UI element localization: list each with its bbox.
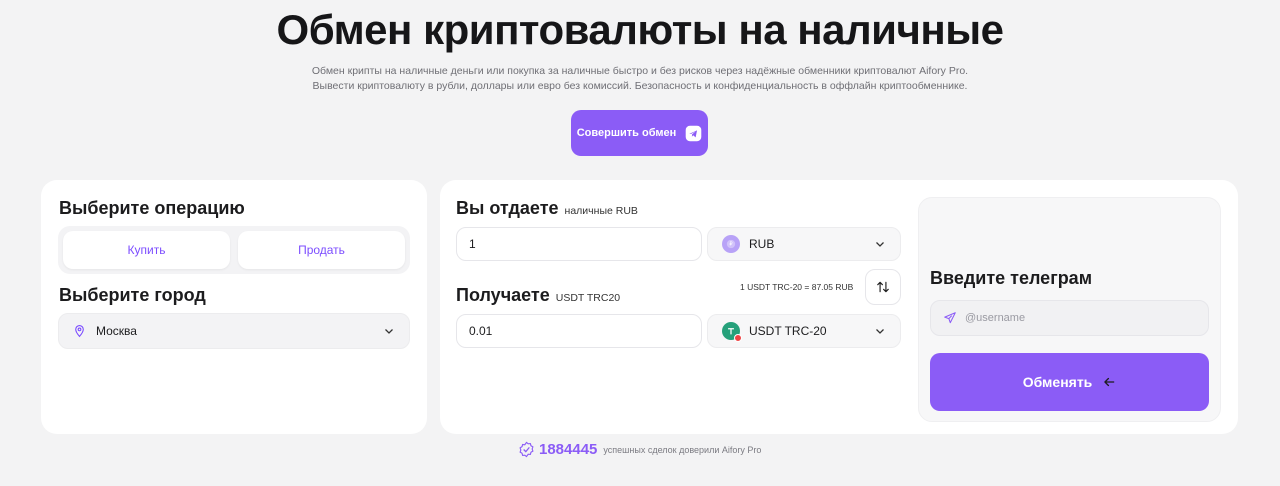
exchange-rate: 1 USDT TRC-20 = 87.05 RUB — [740, 282, 854, 292]
location-pin-icon — [73, 324, 86, 338]
tron-badge-icon — [734, 334, 742, 342]
telegram-input[interactable] — [965, 312, 1185, 324]
send-icon — [943, 311, 957, 325]
arrow-left-icon — [1102, 375, 1116, 389]
telegram-panel: Введите телеграм Обменять — [918, 197, 1221, 422]
telegram-field[interactable] — [930, 300, 1209, 336]
receive-currency-value: USDT TRC-20 — [749, 324, 827, 338]
receive-heading-label: Получаете — [456, 285, 550, 305]
chevron-down-icon — [383, 325, 395, 337]
receive-amount-input[interactable]: 0.01 — [456, 314, 702, 348]
give-currency-select[interactable]: ₽ RUB — [707, 227, 901, 261]
city-select[interactable]: Москва — [58, 313, 410, 349]
give-amount-input[interactable]: 1 — [456, 227, 702, 261]
exchange-button-label: Обменять — [1022, 374, 1093, 390]
trust-stats: 1884445 успешных сделок доверили Aifory … — [518, 441, 761, 458]
tether-coin-icon — [722, 322, 742, 342]
exchange-button[interactable]: Обменять — [930, 353, 1209, 411]
telegram-icon — [684, 124, 702, 142]
operation-heading: Выберите операцию — [59, 198, 245, 218]
page-subtitle: Обмен крипты на наличные деньги или поку… — [0, 64, 1280, 94]
give-amount-value: 1 — [469, 237, 476, 251]
ruble-coin-icon: ₽ — [722, 235, 740, 253]
receive-note: USDT TRC20 — [555, 292, 621, 304]
page-title: Обмен криптовалюты на наличные — [276, 6, 1004, 53]
swap-arrows-icon — [876, 280, 890, 294]
buy-button[interactable]: Купить — [63, 231, 230, 269]
city-heading: Выберите город — [59, 285, 206, 305]
city-value: Москва — [96, 324, 137, 338]
give-currency-value: RUB — [749, 237, 775, 251]
subtitle-line-1: Обмен крипты на наличные деньги или поку… — [311, 65, 969, 77]
receive-currency-select[interactable]: USDT TRC-20 — [707, 314, 901, 348]
sell-button[interactable]: Продать — [238, 231, 405, 269]
deals-caption: успешных сделок доверили Aifory Pro — [603, 444, 762, 455]
receive-heading: Получаете USDT TRC20 — [456, 285, 620, 306]
give-heading-label: Вы отдаете — [456, 198, 559, 218]
operation-card: Выберите операцию Купить Продать Выберит… — [41, 180, 427, 434]
subtitle-line-2: Вывести криптовалюту в рубли, доллары ил… — [312, 80, 968, 92]
telegram-heading: Введите телеграм — [930, 268, 1093, 288]
give-note: наличные RUB — [564, 205, 638, 217]
chevron-down-icon — [874, 325, 886, 337]
operation-toggle: Купить Продать — [58, 226, 410, 274]
chevron-down-icon — [874, 238, 886, 250]
receive-amount-value: 0.01 — [469, 324, 493, 338]
exchange-card: Вы отдаете наличные RUB 1 ₽ RUB 1 USDT T… — [440, 180, 1238, 434]
swap-currencies-button[interactable] — [865, 269, 901, 305]
deals-count: 1884445 — [539, 441, 598, 458]
make-exchange-label: Совершить обмен — [576, 127, 677, 139]
make-exchange-button[interactable]: Совершить обмен — [571, 110, 708, 156]
verified-badge-icon — [518, 441, 535, 458]
give-heading: Вы отдаете наличные RUB — [456, 198, 638, 219]
